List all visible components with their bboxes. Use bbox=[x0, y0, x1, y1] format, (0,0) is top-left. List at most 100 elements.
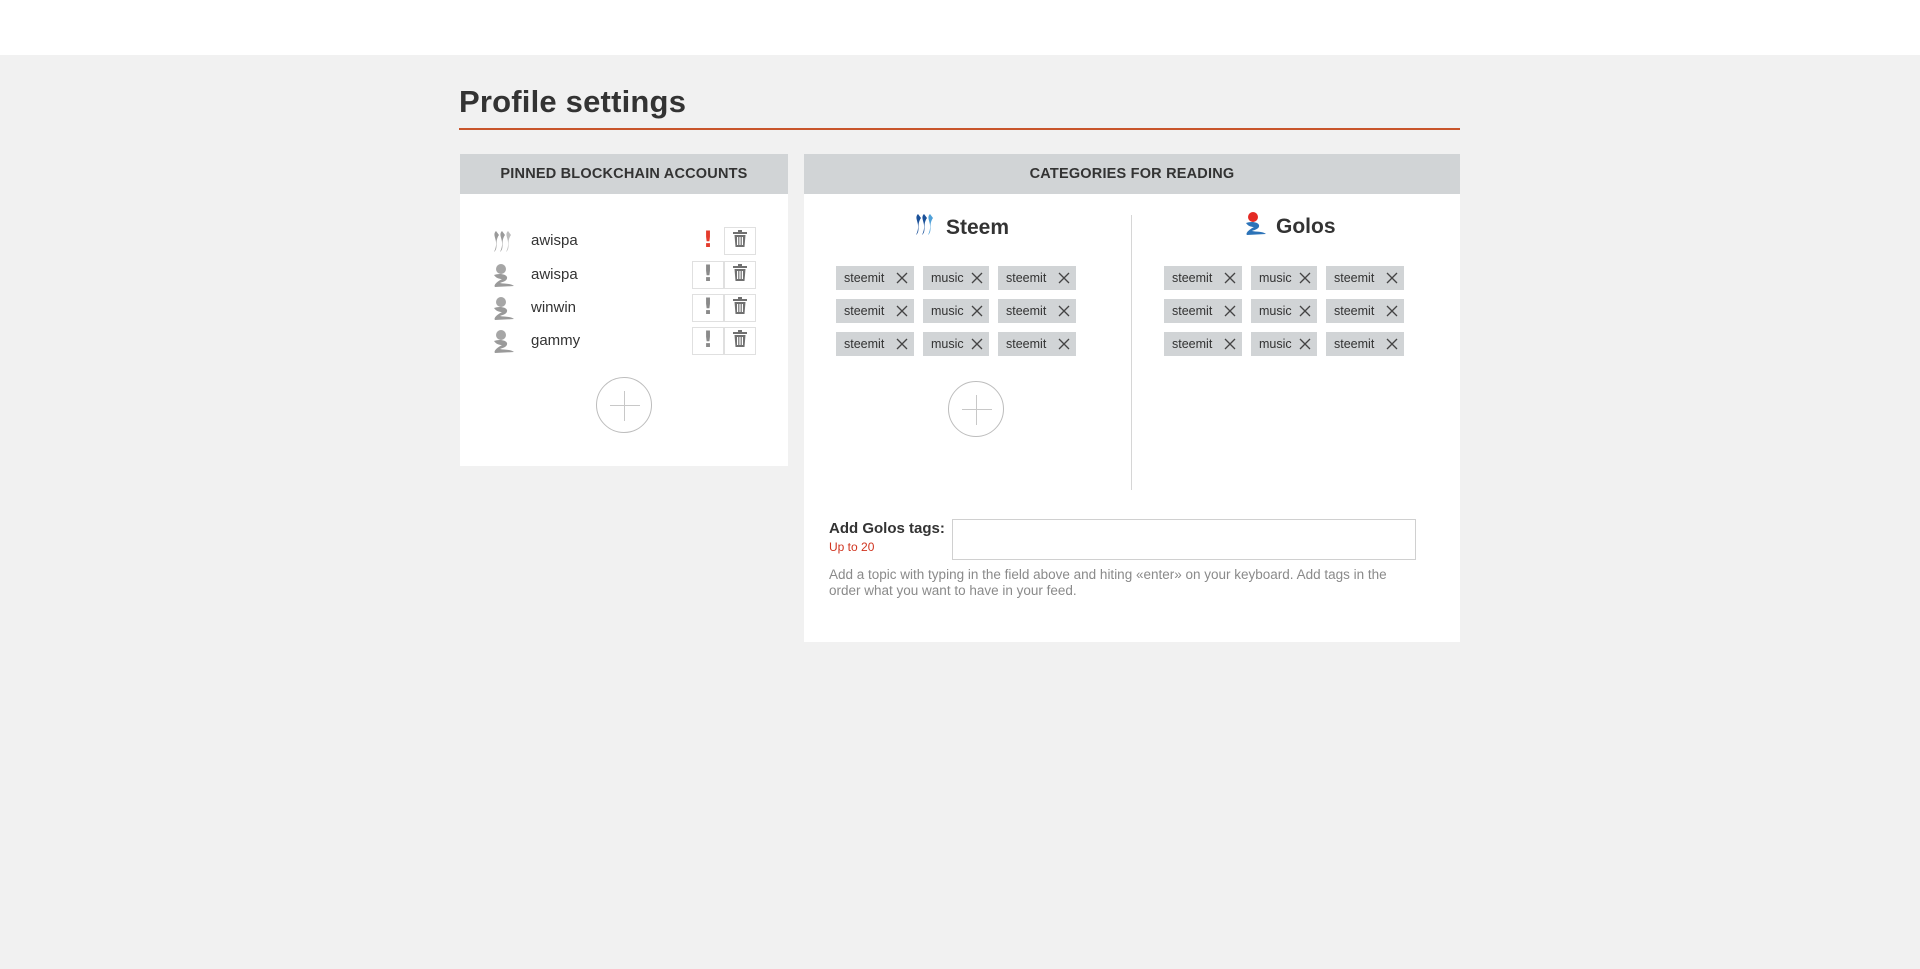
golos-icon bbox=[490, 329, 516, 355]
tag-label: music bbox=[931, 271, 964, 285]
categories-heading: CATEGORIES FOR READING bbox=[804, 154, 1460, 194]
tag-label: steemit bbox=[844, 337, 885, 351]
remove-tag-icon[interactable] bbox=[1386, 305, 1398, 317]
tag-label: steemit bbox=[844, 304, 885, 318]
account-name: winwin bbox=[531, 299, 577, 316]
exclamation-icon: ! bbox=[702, 328, 714, 353]
golos-column-title: Golos bbox=[1242, 211, 1336, 243]
delete-account-button[interactable] bbox=[724, 227, 756, 255]
add-steem-category-button[interactable] bbox=[948, 381, 1004, 437]
tag-chip: music bbox=[923, 266, 989, 290]
account-name: awispa bbox=[531, 266, 578, 283]
exclamation-icon: ! bbox=[702, 295, 714, 320]
trash-icon bbox=[733, 230, 747, 252]
add-tags-label: Add Golos tags: bbox=[829, 520, 945, 537]
exclamation-icon: ! bbox=[702, 262, 714, 287]
account-row: awispa! bbox=[490, 260, 758, 290]
tag-chip: steemit bbox=[836, 299, 914, 323]
account-row: awispa! bbox=[490, 226, 758, 256]
add-tags-help: Add a topic with typing in the field abo… bbox=[829, 567, 1387, 598]
pinned-accounts-heading: PINNED BLOCKCHAIN ACCOUNTS bbox=[460, 154, 788, 194]
delete-account-button[interactable] bbox=[724, 327, 756, 355]
tag-chip: steemit bbox=[836, 266, 914, 290]
pinned-accounts-panel: PINNED BLOCKCHAIN ACCOUNTS awispa! awispa… bbox=[460, 154, 788, 466]
remove-tag-icon[interactable] bbox=[896, 272, 908, 284]
tag-chip: steemit bbox=[1164, 266, 1242, 290]
tag-chip: steemit bbox=[1326, 299, 1404, 323]
remove-tag-icon[interactable] bbox=[1299, 338, 1311, 350]
tag-label: steemit bbox=[1334, 271, 1375, 285]
account-warning-button[interactable]: ! bbox=[692, 327, 724, 355]
tag-chip: music bbox=[1251, 332, 1317, 356]
tag-chip: music bbox=[923, 299, 989, 323]
tag-chip: music bbox=[923, 332, 989, 356]
tag-label: steemit bbox=[1172, 271, 1213, 285]
remove-tag-icon[interactable] bbox=[896, 338, 908, 350]
account-warning-button[interactable]: ! bbox=[692, 294, 724, 322]
remove-tag-icon[interactable] bbox=[1299, 305, 1311, 317]
title-divider bbox=[459, 128, 1460, 130]
tag-label: music bbox=[1259, 337, 1292, 351]
remove-tag-icon[interactable] bbox=[1058, 305, 1070, 317]
categories-panel: CATEGORIES FOR READING Steem Golos steem… bbox=[804, 154, 1460, 642]
account-name: gammy bbox=[531, 332, 581, 349]
steem-icon bbox=[912, 212, 946, 244]
tag-chip: steemit bbox=[1164, 299, 1242, 323]
tag-chip: steemit bbox=[998, 299, 1076, 323]
trash-icon bbox=[733, 264, 747, 286]
tag-label: steemit bbox=[1334, 304, 1375, 318]
golos-icon bbox=[1242, 211, 1276, 243]
tag-label: steemit bbox=[1172, 304, 1213, 318]
steem-title-label: Steem bbox=[946, 216, 1010, 239]
golos-tags-input[interactable] bbox=[952, 519, 1416, 560]
account-row: winwin! bbox=[490, 293, 758, 323]
account-row: gammy! bbox=[490, 326, 758, 356]
remove-tag-icon[interactable] bbox=[1224, 272, 1236, 284]
remove-tag-icon[interactable] bbox=[971, 338, 983, 350]
tag-chip: music bbox=[1251, 299, 1317, 323]
remove-tag-icon[interactable] bbox=[1224, 338, 1236, 350]
remove-tag-icon[interactable] bbox=[1299, 272, 1311, 284]
remove-tag-icon[interactable] bbox=[1386, 272, 1398, 284]
page-title: Profile settings bbox=[459, 84, 687, 119]
tag-chip: steemit bbox=[998, 266, 1076, 290]
tag-chip: steemit bbox=[998, 332, 1076, 356]
trash-icon bbox=[733, 330, 747, 352]
tag-chip: steemit bbox=[1326, 332, 1404, 356]
tag-label: steemit bbox=[1172, 337, 1213, 351]
account-warning-button[interactable]: ! bbox=[692, 261, 724, 289]
remove-tag-icon[interactable] bbox=[1058, 272, 1070, 284]
tag-label: steemit bbox=[1006, 271, 1047, 285]
golos-icon bbox=[490, 296, 516, 322]
tag-chip: steemit bbox=[1164, 332, 1242, 356]
golos-icon bbox=[490, 263, 516, 289]
steem-icon bbox=[490, 229, 516, 255]
delete-account-button[interactable] bbox=[724, 294, 756, 322]
tag-label: steemit bbox=[844, 271, 885, 285]
top-bar bbox=[0, 0, 1920, 55]
tag-label: music bbox=[1259, 271, 1292, 285]
remove-tag-icon[interactable] bbox=[896, 305, 908, 317]
tag-chip: music bbox=[1251, 266, 1317, 290]
add-tags-limit: Up to 20 bbox=[829, 540, 875, 554]
tag-chip: steemit bbox=[836, 332, 914, 356]
golos-title-label: Golos bbox=[1276, 215, 1336, 238]
delete-account-button[interactable] bbox=[724, 261, 756, 289]
tag-label: music bbox=[931, 304, 964, 318]
tag-chip: steemit bbox=[1326, 266, 1404, 290]
remove-tag-icon[interactable] bbox=[1058, 338, 1070, 350]
add-account-button[interactable] bbox=[596, 377, 652, 433]
account-warning-button[interactable]: ! bbox=[692, 227, 724, 255]
tag-label: steemit bbox=[1006, 304, 1047, 318]
remove-tag-icon[interactable] bbox=[971, 272, 983, 284]
account-name: awispa bbox=[531, 232, 578, 249]
column-divider bbox=[1131, 215, 1132, 490]
remove-tag-icon[interactable] bbox=[971, 305, 983, 317]
tag-label: steemit bbox=[1334, 337, 1375, 351]
trash-icon bbox=[733, 297, 747, 319]
remove-tag-icon[interactable] bbox=[1386, 338, 1398, 350]
steem-column-title: Steem bbox=[912, 212, 1009, 244]
tag-label: music bbox=[931, 337, 964, 351]
remove-tag-icon[interactable] bbox=[1224, 305, 1236, 317]
tag-label: music bbox=[1259, 304, 1292, 318]
